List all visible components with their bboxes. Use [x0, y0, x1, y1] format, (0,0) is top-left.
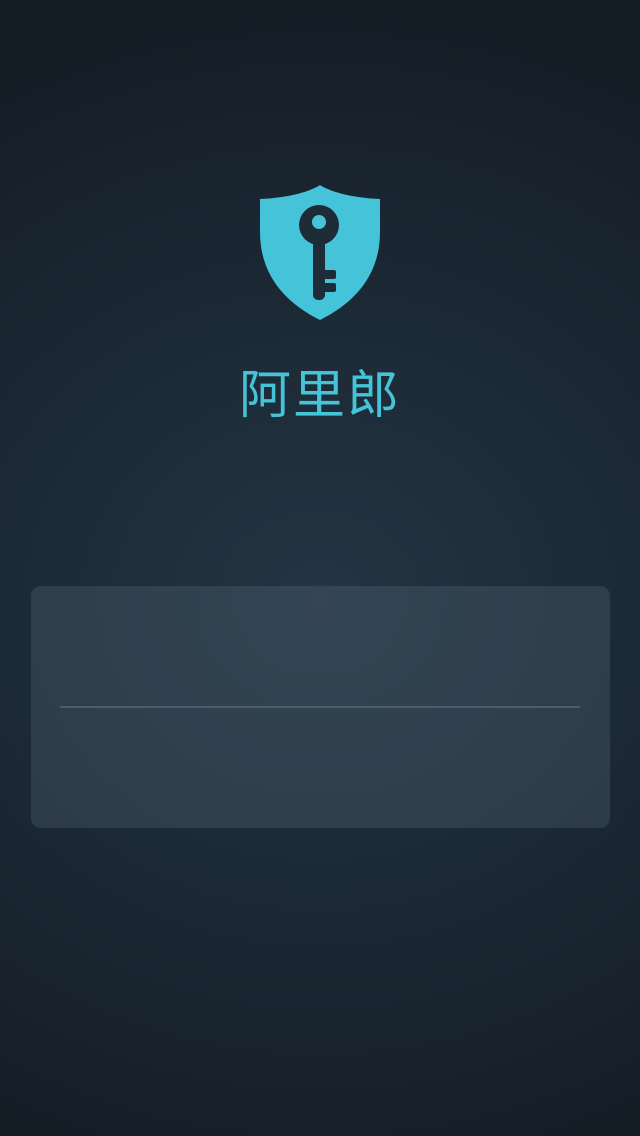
login-screen: 阿里郎 [0, 0, 640, 1136]
shield-key-icon [256, 182, 384, 322]
username-input[interactable] [31, 586, 610, 706]
password-input[interactable] [31, 708, 610, 828]
app-name: 阿里郎 [238, 366, 401, 426]
login-card [31, 586, 610, 828]
